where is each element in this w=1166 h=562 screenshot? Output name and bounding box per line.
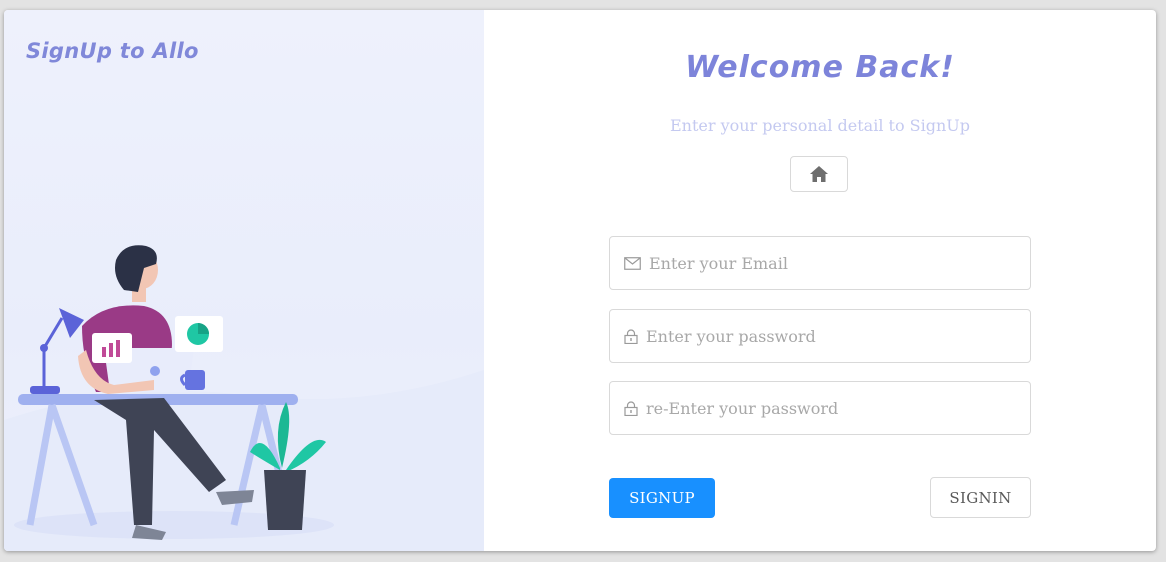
mail-icon [624,256,641,270]
form-panel: Welcome Back! Enter your personal detail… [484,10,1156,551]
confirm-password-input[interactable] [638,398,1030,418]
home-button[interactable] [790,156,848,192]
plant-pot [264,470,306,530]
lamp-base [30,386,60,394]
mug [185,370,205,390]
signin-button[interactable]: SIGNIN [930,477,1031,518]
page-subtitle: Enter your personal detail to SignUp [669,116,971,135]
illustration-panel: SignUp to Allo [4,10,484,551]
signup-button[interactable]: SIGNUP [609,478,715,518]
workspace-illustration [4,245,484,551]
signup-card: SignUp to Allo Welcome Back! Enter your … [4,10,1156,551]
password-input[interactable] [638,326,1030,346]
lock-icon [624,328,638,344]
email-input[interactable] [641,253,1030,273]
lock-icon [624,400,638,416]
email-field[interactable] [609,236,1031,290]
page-title: Welcome Back! [685,50,955,85]
password-field[interactable] [609,309,1031,363]
home-icon [810,166,828,182]
brand-title: SignUp to Allo [26,39,199,63]
confirm-password-field[interactable] [609,381,1031,435]
